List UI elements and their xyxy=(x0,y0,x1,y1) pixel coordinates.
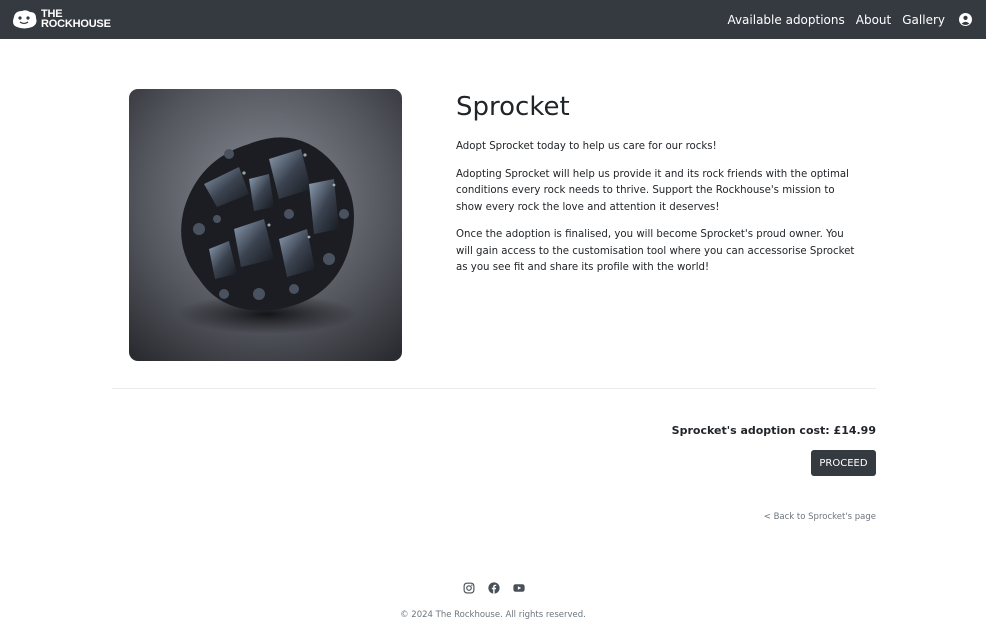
rock-description-2: Adopting Sprocket will help us provide i… xyxy=(456,168,849,213)
rock-logo-icon xyxy=(13,10,37,29)
nav-available-adoptions[interactable]: Available adoptions xyxy=(727,13,844,27)
adoption-cost: Sprocket's adoption cost: £14.99 xyxy=(671,424,876,437)
rock-details: Sprocket Adopt Sprocket today to help us… xyxy=(456,90,856,277)
nav-about[interactable]: About xyxy=(856,13,891,27)
rock-description-3: Once the adoption is finalised, you will… xyxy=(456,229,855,273)
copyright-text: © 2024 The Rockhouse. All rights reserve… xyxy=(400,610,586,620)
navbar: THE ROCKHOUSE Available adoptions About … xyxy=(0,0,986,39)
youtube-icon[interactable] xyxy=(513,582,525,594)
rock-image xyxy=(129,89,402,361)
instagram-icon[interactable] xyxy=(463,582,475,594)
rock-name-heading: Sprocket xyxy=(456,92,570,122)
brand-line-2: ROCKHOUSE xyxy=(41,18,111,30)
nav-gallery[interactable]: Gallery xyxy=(902,13,945,27)
proceed-button[interactable]: PROCEED xyxy=(811,450,876,476)
user-circle-icon[interactable] xyxy=(959,13,972,26)
brand-logo[interactable]: THE ROCKHOUSE xyxy=(10,8,111,30)
back-link[interactable]: < Back to Sprocket's page xyxy=(764,512,876,522)
main-nav: Available adoptions About Gallery xyxy=(716,0,972,39)
social-links xyxy=(463,582,538,594)
rock-description-1: Adopt Sprocket today to help us care for… xyxy=(456,141,717,152)
facebook-icon[interactable] xyxy=(488,582,500,594)
section-divider xyxy=(112,388,876,389)
